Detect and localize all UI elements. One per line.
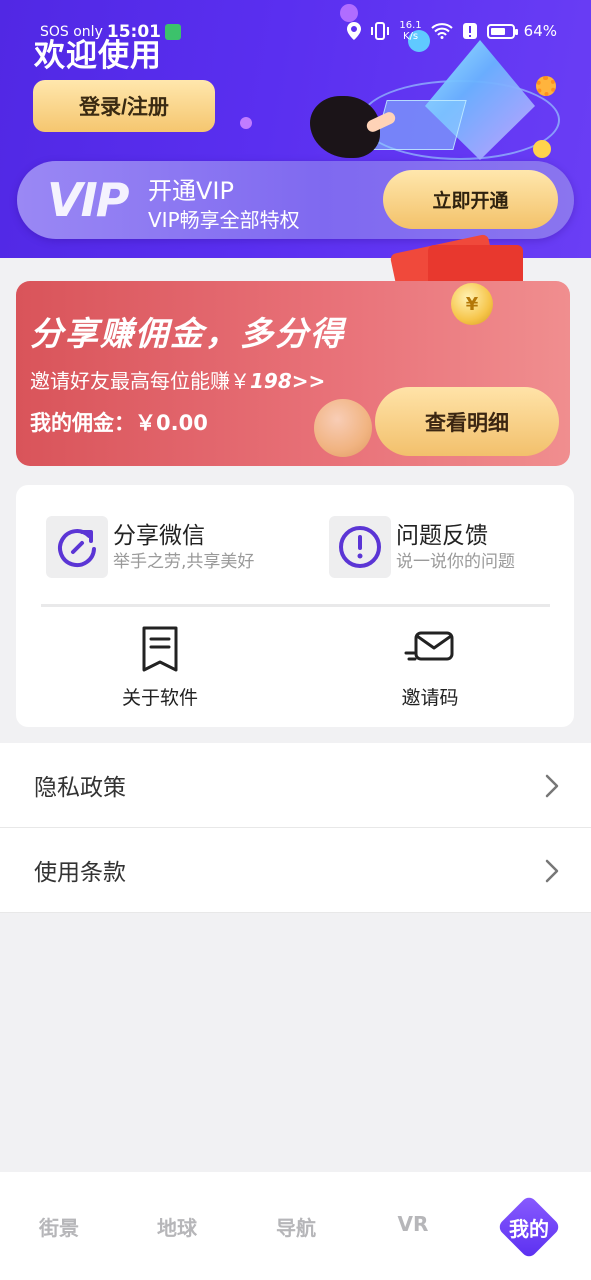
nav-vr[interactable]: VR: [373, 1212, 453, 1236]
share-wechat-subtitle: 举手之劳,共享美好: [113, 552, 255, 572]
vip-title: 开通VIP: [148, 177, 234, 205]
mail-send-icon: [404, 631, 454, 661]
feedback-item[interactable]: 问题反馈 说一说你的问题: [329, 516, 515, 578]
battery-icon: [486, 23, 518, 39]
settings-list: 隐私政策 使用条款: [0, 743, 591, 913]
share-refresh-icon: [58, 529, 96, 567]
network-speed: 16.1 K/s: [399, 20, 422, 42]
coin-decor: [314, 399, 372, 457]
vibrate-icon: [371, 22, 390, 40]
exclamation-circle-icon: [339, 526, 381, 568]
divider: [41, 604, 550, 607]
menu-card: 分享微信 举手之劳,共享美好 问题反馈 说一说你的问题 关于软件 邀请码: [16, 485, 574, 727]
decor-bubble: [533, 140, 551, 158]
nav-mine-active[interactable]: 我的: [496, 1194, 562, 1260]
coin-icon: ¥: [451, 283, 493, 325]
feedback-title: 问题反馈: [396, 523, 488, 549]
chevron-right-icon: [545, 774, 559, 798]
promo-invite-text[interactable]: 邀请好友最高每位能赚￥198>>: [30, 365, 325, 394]
chevron-right-icon: [545, 859, 559, 883]
terms-of-use-row[interactable]: 使用条款: [0, 828, 591, 913]
decor-bubble: [240, 117, 252, 129]
about-software-label: 关于软件: [121, 687, 198, 709]
gear-icon: [536, 76, 556, 96]
invite-code-item[interactable]: 邀请码: [350, 625, 510, 710]
document-icon: [142, 626, 178, 672]
list-item-label: 隐私政策: [34, 775, 126, 801]
promo-title: 分享赚佣金，多分得: [30, 314, 345, 353]
feedback-subtitle: 说一说你的问题: [396, 552, 515, 572]
feedback-icon-box: [329, 516, 391, 578]
app-notification-icon: [164, 24, 181, 40]
share-wechat-title: 分享微信: [113, 523, 205, 549]
welcome-title: 欢迎使用: [34, 38, 162, 74]
wifi-icon: [430, 23, 453, 39]
vip-logo: VIP: [47, 173, 129, 227]
nav-earth[interactable]: 地球: [137, 1212, 217, 1241]
header-banner: SOS only 15:01 16.1 K/s 64% 欢迎使用 登录/注册 V…: [0, 0, 591, 258]
privacy-policy-row[interactable]: 隐私政策: [0, 743, 591, 828]
about-software-item[interactable]: 关于软件: [80, 625, 240, 710]
share-wechat-item[interactable]: 分享微信 举手之劳,共享美好: [46, 516, 254, 578]
open-vip-button[interactable]: 立即开通: [383, 170, 558, 229]
nav-street-view[interactable]: 街景: [19, 1212, 99, 1241]
vip-subtitle: VIP畅享全部特权: [148, 208, 300, 232]
alert-icon: [462, 23, 477, 39]
invite-code-label: 邀请码: [401, 687, 459, 709]
view-details-button[interactable]: 查看明细: [375, 387, 559, 456]
login-register-button[interactable]: 登录/注册: [33, 80, 215, 132]
invite-amount: 198>>: [250, 369, 326, 393]
nav-navigation[interactable]: 导航: [256, 1212, 336, 1241]
my-commission: 我的佣金：￥0.00: [30, 411, 208, 435]
vip-banner[interactable]: VIP 开通VIP VIP畅享全部特权 立即开通: [17, 161, 574, 239]
nav-mine-label: 我的: [509, 1217, 549, 1241]
share-icon-box: [46, 516, 108, 578]
battery-percent: 64%: [523, 22, 557, 40]
location-icon: [347, 22, 362, 40]
list-item-label: 使用条款: [34, 860, 126, 886]
